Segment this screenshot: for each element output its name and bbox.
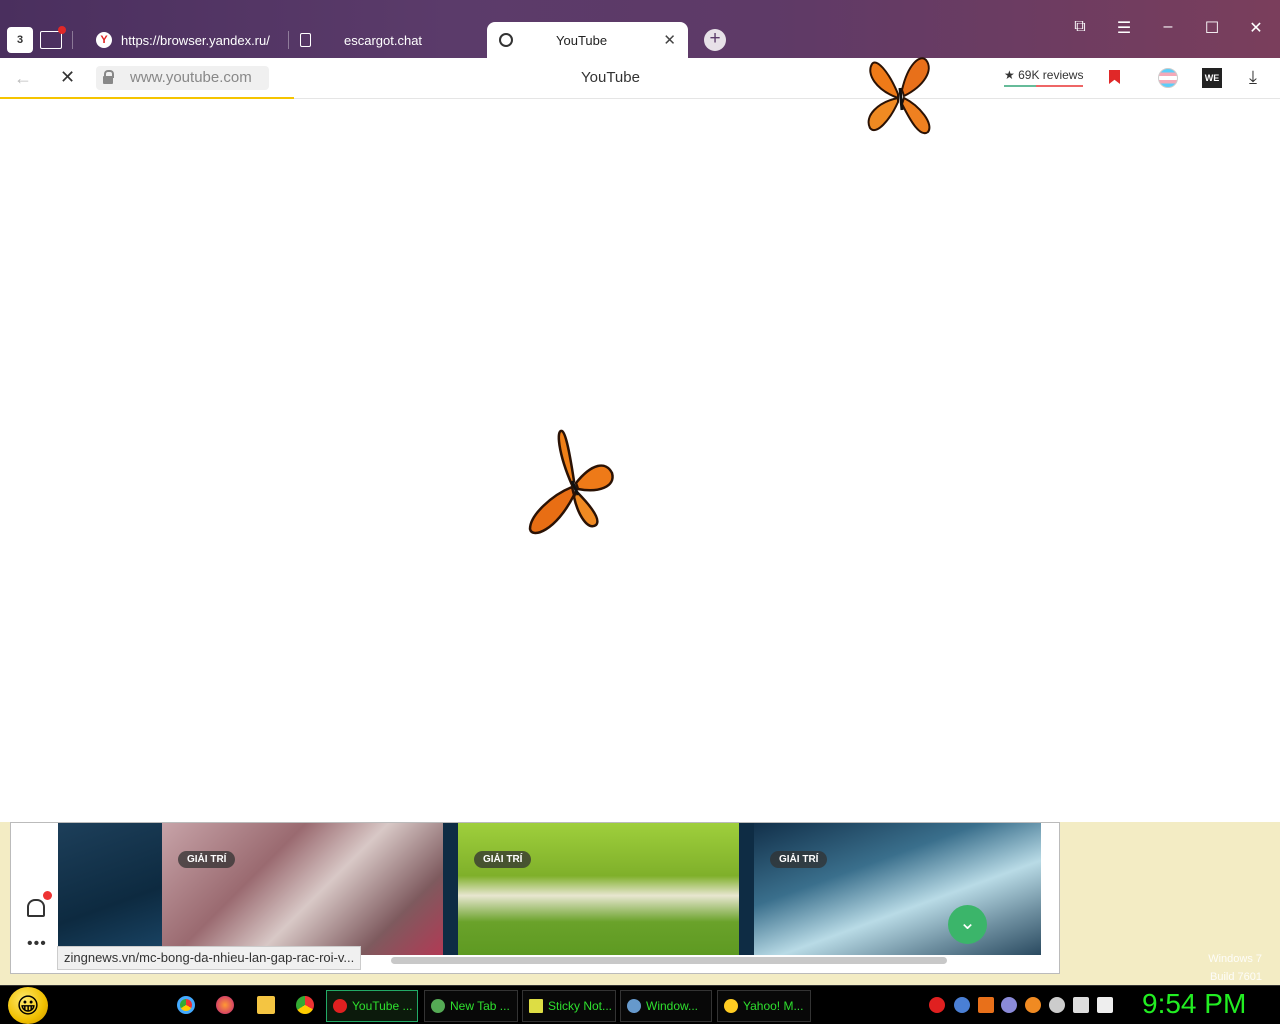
navigation-bar: ← ✕ www.youtube.com YouTube ★ 69K review… xyxy=(0,58,1280,99)
add-tab-button[interactable]: + xyxy=(704,29,726,51)
task-windows[interactable]: Window... xyxy=(620,990,712,1022)
watermark-line: Windows 7 xyxy=(1208,953,1262,965)
back-arrow-icon[interactable]: ← xyxy=(14,68,32,89)
collections-icon[interactable]: ⧉ xyxy=(1070,18,1090,36)
yandex-tray-icon[interactable] xyxy=(929,997,945,1013)
butterfly-icon xyxy=(528,429,614,535)
reviews-badge[interactable]: ★ 69K reviews xyxy=(1004,68,1084,87)
maximize-button[interactable]: ☐ xyxy=(1202,18,1222,38)
watermark-line: Build 7601 xyxy=(1210,971,1262,983)
task-label: New Tab ... xyxy=(450,999,510,1013)
loading-ring-icon xyxy=(499,33,513,47)
firefox-icon[interactable] xyxy=(216,996,234,1014)
task-label: Window... xyxy=(646,999,699,1013)
profile-flag-icon[interactable] xyxy=(1158,68,1178,88)
tab-manager-button[interactable]: 3 xyxy=(7,27,33,53)
tab-count: 3 xyxy=(16,34,24,46)
start-button[interactable]: 😀 xyxy=(8,987,48,1024)
address-bar[interactable]: www.youtube.com xyxy=(96,66,269,90)
more-icon[interactable]: ••• xyxy=(27,935,47,953)
task-youtube[interactable]: YouTube ... xyxy=(326,990,418,1022)
yandex-icon xyxy=(333,999,347,1013)
folder-icon[interactable] xyxy=(257,996,275,1014)
news-card[interactable]: GIẢI TRÍ xyxy=(162,823,443,955)
tab-label: https://browser.yandex.ru/ xyxy=(121,32,270,48)
butterfly-tray-icon[interactable] xyxy=(978,997,994,1013)
messenger-tray-icon[interactable] xyxy=(1049,997,1065,1013)
browser-icon xyxy=(431,999,445,1013)
users-icon xyxy=(627,999,641,1013)
extension-icon[interactable]: WE xyxy=(1202,68,1222,88)
notification-dot xyxy=(58,26,66,34)
taskbar: 😀 YouTube ... New Tab ... Sticky Not... … xyxy=(0,985,1280,1024)
bookmark-icon[interactable] xyxy=(1109,70,1120,84)
yahoo-smiley-icon xyxy=(724,999,738,1013)
tab-label: escargot.chat xyxy=(344,32,423,48)
minimize-button[interactable]: – xyxy=(1158,18,1178,36)
document-icon xyxy=(300,33,311,47)
tab-escargot[interactable]: escargot.chat xyxy=(300,22,480,58)
browser-titlebar: 3 Y https://browser.yandex.ru/ escargot.… xyxy=(0,0,1280,58)
chevron-down-icon[interactable]: ⌄ xyxy=(948,905,987,944)
windows-watermark: Windows 7 Build 7601 xyxy=(1208,950,1262,986)
category-tag: GIẢI TRÍ xyxy=(474,851,532,868)
card-gap xyxy=(443,823,458,955)
tab-yandex[interactable]: Y https://browser.yandex.ru/ xyxy=(96,22,286,58)
app-tray-icon[interactable] xyxy=(1001,997,1017,1013)
news-card-partial[interactable] xyxy=(58,823,162,955)
menu-icon[interactable]: ☰ xyxy=(1114,18,1134,38)
task-label: Yahoo! M... xyxy=(743,999,804,1013)
tab-label: YouTube xyxy=(556,32,608,48)
sticky-notes-icon xyxy=(529,999,543,1013)
tab-separator xyxy=(72,31,73,49)
magnifier-tray-icon[interactable] xyxy=(1025,997,1041,1013)
page-content[interactable] xyxy=(0,99,1280,822)
volume-icon[interactable] xyxy=(1097,997,1113,1013)
category-tag: GIẢI TRÍ xyxy=(178,851,236,868)
task-sticky-notes[interactable]: Sticky Not... xyxy=(522,990,616,1022)
close-window-button[interactable]: ✕ xyxy=(1246,18,1266,38)
chrome-alt-icon[interactable] xyxy=(296,996,314,1014)
download-icon[interactable]: ⤓ xyxy=(1249,67,1257,88)
clock[interactable]: 9:54 PM xyxy=(1142,988,1246,1020)
close-tab-icon[interactable]: ✕ xyxy=(663,31,676,49)
news-card[interactable]: GIẢI TRÍ xyxy=(458,823,739,955)
search-tray-icon[interactable] xyxy=(954,997,970,1013)
butterfly-icon xyxy=(867,57,931,135)
news-sidebar: ••• xyxy=(11,823,58,973)
notification-dot xyxy=(43,891,52,900)
chrome-icon[interactable] xyxy=(177,996,195,1014)
network-icon[interactable] xyxy=(1073,997,1089,1013)
task-label: Sticky Not... xyxy=(548,999,613,1013)
task-yahoo[interactable]: Yahoo! M... xyxy=(717,990,811,1022)
news-card[interactable]: GIẢI TRÍ xyxy=(754,823,1041,955)
tab-separator xyxy=(288,31,289,49)
status-url-tooltip: zingnews.vn/mc-bong-da-nhieu-lan-gap-rac… xyxy=(57,946,362,970)
page-title: YouTube xyxy=(581,69,640,86)
tab-youtube[interactable]: YouTube ✕ xyxy=(487,22,688,58)
category-tag: GIẢI TRÍ xyxy=(770,851,828,868)
task-new-tab[interactable]: New Tab ... xyxy=(424,990,518,1022)
stop-loading-icon[interactable]: ✕ xyxy=(60,67,75,88)
bell-icon[interactable] xyxy=(27,899,45,917)
task-label: YouTube ... xyxy=(352,999,413,1013)
lock-icon xyxy=(103,70,114,84)
address-text: www.youtube.com xyxy=(130,69,252,86)
horizontal-scrollbar[interactable] xyxy=(391,957,947,964)
card-gap xyxy=(739,823,754,955)
yandex-icon: Y xyxy=(96,32,112,48)
new-tab-group-button[interactable] xyxy=(40,26,66,49)
